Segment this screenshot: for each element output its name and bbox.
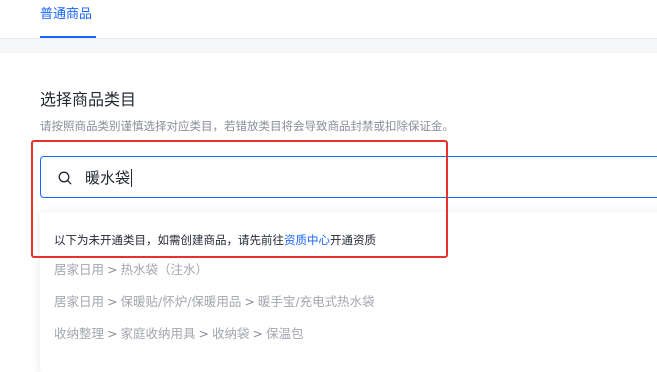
category-path-segment: 保暖贴/怀炉/保暖用品 — [120, 294, 242, 309]
tab-bar: 普通商品 — [0, 0, 657, 39]
category-section-title: 选择商品类目 — [40, 90, 137, 109]
active-tab-indicator — [40, 36, 96, 38]
path-separator: > — [107, 326, 118, 341]
category-path-segment: 保温包 — [266, 326, 304, 341]
category-path-segment: 居家日用 — [54, 294, 105, 309]
path-separator: > — [244, 294, 255, 309]
path-separator: > — [107, 262, 118, 277]
category-search-input[interactable] — [85, 165, 485, 189]
path-separator: > — [252, 326, 263, 341]
unopened-category-notice: 以下为未开通类目，如需创建商品，请先前往资质中心开通资质 — [54, 231, 376, 249]
category-result-row: 收纳整理 > 家庭收纳用具 > 收纳袋 > 保温包 — [54, 325, 304, 343]
category-path-segment: 家庭收纳用具 — [120, 326, 196, 341]
category-section-hint: 请按照商品类别谨慎选择对应类目，若错放类目将会导致商品封禁或扣除保证金。 — [40, 119, 454, 133]
category-path-segment: 收纳整理 — [54, 326, 105, 341]
search-icon — [58, 171, 72, 185]
category-path-segment: 收纳袋 — [212, 326, 250, 341]
path-separator: > — [198, 326, 209, 341]
notice-text-prefix: 以下为未开通类目，如需创建商品，请先前往 — [54, 233, 284, 247]
tab-regular-goods[interactable]: 普通商品 — [40, 6, 92, 24]
path-separator: > — [107, 294, 118, 309]
category-result-row: 居家日用 > 保暖贴/怀炉/保暖用品 > 暖手宝/充电式热水袋 — [54, 293, 375, 311]
search-results-dropdown: 以下为未开通类目，如需创建商品，请先前往资质中心开通资质 居家日用 > 热水袋（注水… — [40, 212, 657, 372]
section-divider — [0, 39, 657, 53]
notice-text-suffix: 开通资质 — [330, 233, 376, 247]
category-path-segment: 暖手宝/充电式热水袋 — [257, 294, 375, 309]
qualification-center-link[interactable]: 资质中心 — [284, 233, 330, 247]
text-caret — [131, 169, 133, 187]
category-path-segment: 热水袋（注水） — [120, 262, 209, 277]
category-search-box[interactable] — [40, 156, 657, 198]
category-path-segment: 居家日用 — [54, 262, 105, 277]
category-result-row: 居家日用 > 热水袋（注水） — [54, 261, 208, 279]
